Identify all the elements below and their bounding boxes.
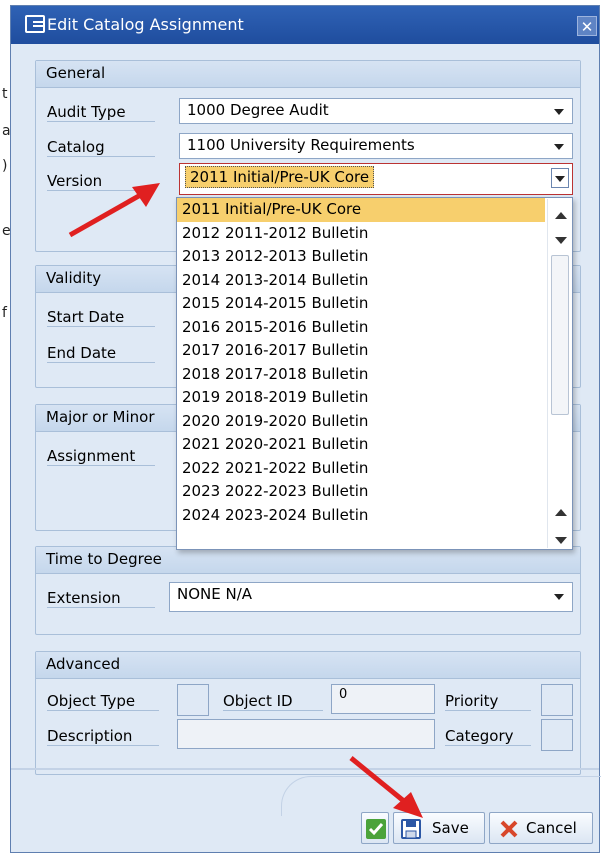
confirm-button[interactable] — [361, 812, 389, 844]
scrollbar-thumb[interactable] — [551, 255, 569, 415]
version-option[interactable]: 2015 2014-2015 Bulletin — [177, 292, 545, 316]
version-options: 2011 Initial/Pre-UK Core 2012 2011-2012 B… — [177, 198, 572, 527]
close-icon: ✕ — [580, 18, 594, 36]
scroll-down-icon[interactable] — [555, 237, 567, 244]
save-button[interactable]: Save — [393, 812, 485, 844]
version-option[interactable]: 2018 2017-2018 Bulletin — [177, 363, 545, 387]
version-value: 2011 Initial/Pre-UK Core — [185, 166, 375, 188]
footer-curve — [281, 776, 601, 816]
end-date-label: End Date — [47, 344, 155, 363]
background-text-fragment: f — [2, 305, 7, 321]
general-heading: General — [36, 61, 580, 88]
object-id-value: 0 — [339, 687, 348, 702]
version-option[interactable]: 2021 2020-2021 Bulletin — [177, 433, 545, 457]
catalog-label: Catalog — [47, 138, 155, 157]
version-option[interactable]: 2017 2016-2017 Bulletin — [177, 339, 545, 363]
catalog-value: 1100 University Requirements — [187, 136, 415, 154]
version-option[interactable]: 2012 2011-2012 Bulletin — [177, 222, 545, 246]
version-option[interactable]: 2023 2022-2023 Bulletin — [177, 480, 545, 504]
priority-label: Priority — [445, 692, 531, 711]
version-dropdown-list: 2011 Initial/Pre-UK Core 2012 2011-2012 B… — [176, 197, 573, 550]
save-button-label: Save — [432, 819, 469, 837]
assignment-label: Assignment — [47, 447, 155, 466]
audit-type-label: Audit Type — [47, 103, 155, 122]
time-to-degree-heading: Time to Degree — [36, 547, 580, 574]
version-select[interactable]: 2011 Initial/Pre-UK Core — [179, 163, 573, 195]
extension-select[interactable]: NONE N/A — [169, 582, 573, 612]
chevron-down-icon — [554, 594, 564, 600]
dialog-window: Edit Catalog Assignment ✕ General Audit … — [10, 5, 601, 853]
object-id-label: Object ID — [223, 692, 323, 711]
start-date-label: Start Date — [47, 308, 155, 327]
extension-label: Extension — [47, 589, 155, 608]
priority-field[interactable] — [541, 684, 573, 716]
scroll-up-icon[interactable] — [555, 212, 567, 219]
version-label: Version — [47, 172, 155, 191]
description-field[interactable] — [177, 719, 435, 749]
dropdown-scrollbar[interactable] — [547, 199, 571, 548]
close-button[interactable]: ✕ — [577, 16, 597, 36]
version-option[interactable]: 2014 2013-2014 Bulletin — [177, 269, 545, 293]
advanced-group: Advanced — [35, 651, 581, 775]
audit-type-value: 1000 Degree Audit — [187, 101, 329, 119]
version-option[interactable]: 2022 2021-2022 Bulletin — [177, 457, 545, 481]
category-label: Category — [445, 727, 531, 746]
cancel-button[interactable]: Cancel — [489, 812, 593, 844]
version-option[interactable]: 2011 Initial/Pre-UK Core — [177, 198, 545, 222]
version-option[interactable]: 2016 2015-2016 Bulletin — [177, 316, 545, 340]
background-text-fragment: ) — [2, 158, 8, 174]
chevron-down-icon — [554, 109, 564, 115]
version-dropdown-button[interactable] — [551, 168, 569, 188]
title-bar: Edit Catalog Assignment ✕ — [11, 6, 599, 44]
advanced-heading: Advanced — [36, 652, 580, 679]
cancel-x-icon — [500, 820, 518, 838]
cancel-button-label: Cancel — [526, 819, 577, 837]
object-id-field[interactable]: 0 — [331, 684, 435, 714]
category-field[interactable] — [541, 719, 573, 751]
catalog-select[interactable]: 1100 University Requirements — [179, 133, 573, 159]
description-label: Description — [47, 727, 159, 746]
chevron-down-icon — [554, 144, 564, 150]
scroll-down-icon[interactable] — [555, 537, 567, 544]
scroll-up-icon[interactable] — [555, 509, 567, 516]
version-option[interactable]: 2020 2019-2020 Bulletin — [177, 410, 545, 434]
dialog-title: Edit Catalog Assignment — [47, 15, 244, 34]
chevron-down-icon — [555, 176, 565, 182]
version-option[interactable]: 2024 2023-2024 Bulletin — [177, 504, 545, 528]
version-option[interactable]: 2019 2018-2019 Bulletin — [177, 386, 545, 410]
footer-divider — [11, 768, 599, 770]
checkmark-icon — [366, 819, 386, 839]
audit-type-select[interactable]: 1000 Degree Audit — [179, 98, 573, 124]
object-type-field[interactable] — [177, 684, 209, 716]
object-type-label: Object Type — [47, 692, 159, 711]
save-icon — [401, 819, 421, 839]
edit-icon — [25, 15, 45, 33]
background-text-fragment: t — [2, 86, 8, 102]
extension-value: NONE N/A — [177, 585, 253, 603]
version-option[interactable]: 2013 2012-2013 Bulletin — [177, 245, 545, 269]
